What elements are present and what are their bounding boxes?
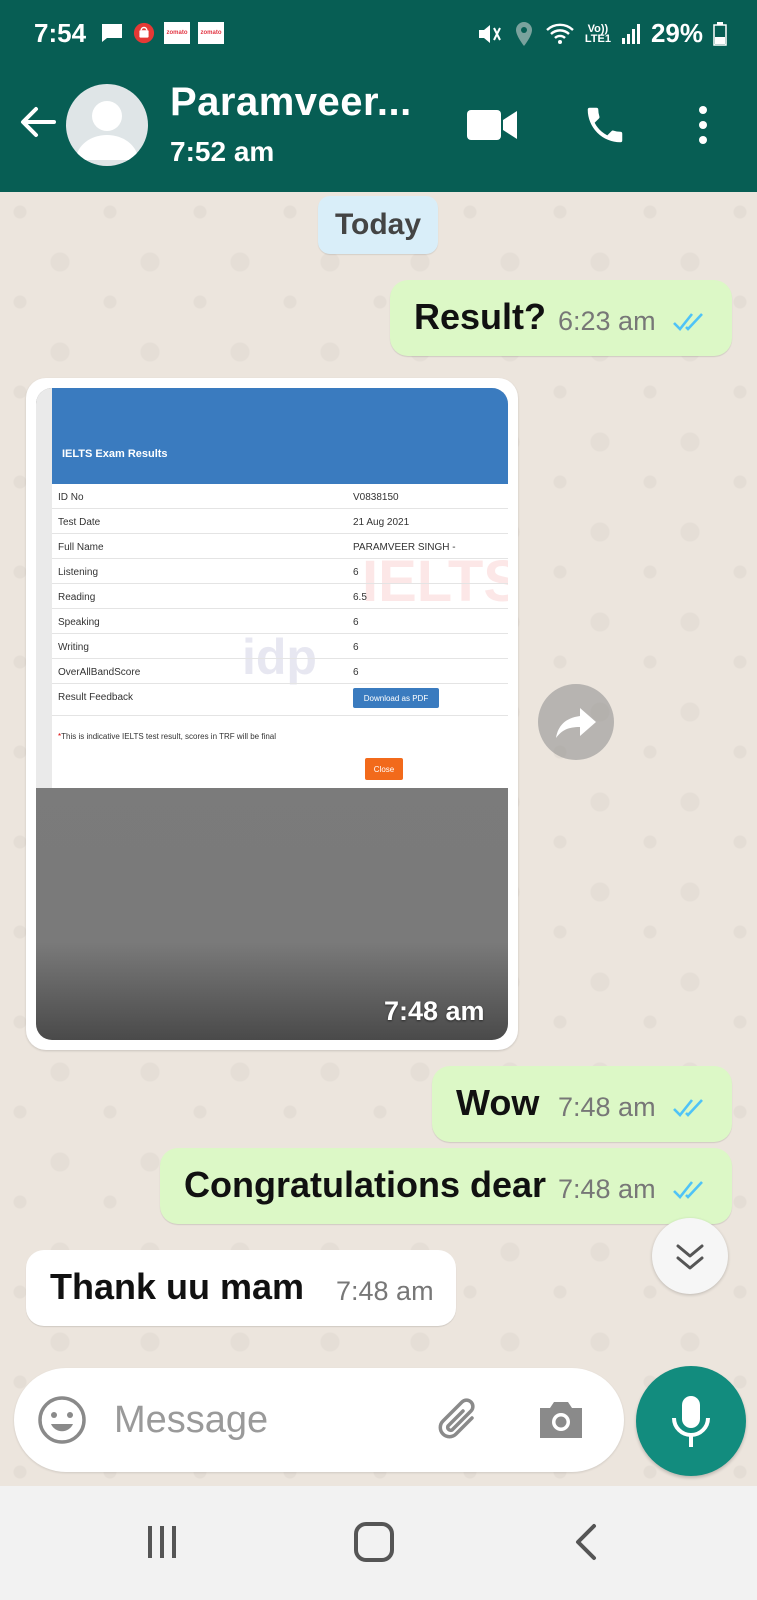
nav-back-icon[interactable] bbox=[572, 1522, 600, 1562]
microphone-icon bbox=[672, 1396, 710, 1447]
result-row: Full Name PARAMVEER SINGH - bbox=[52, 534, 508, 559]
row-value: 6 bbox=[353, 667, 359, 678]
row-label: Result Feedback bbox=[58, 692, 134, 703]
date-chip: Today bbox=[318, 196, 438, 254]
shopping-bag-icon bbox=[133, 22, 155, 44]
mute-icon bbox=[478, 24, 501, 43]
card-header: IELTS Exam Results bbox=[52, 388, 508, 484]
row-value: 21 Aug 2021 bbox=[353, 517, 410, 528]
read-ticks-icon bbox=[673, 313, 703, 331]
status-right: Vo)) LTE1 29% bbox=[477, 18, 727, 49]
status-time: 7:54 bbox=[34, 18, 87, 48]
emoji-icon[interactable] bbox=[36, 1394, 88, 1446]
image-time: 7:48 am bbox=[384, 996, 485, 1026]
double-chevron-down-icon bbox=[676, 1244, 704, 1270]
battery-percent: 29% bbox=[650, 18, 703, 48]
back-arrow-icon[interactable] bbox=[16, 100, 60, 144]
result-row: Listening 6 bbox=[52, 559, 508, 584]
message-text: Thank uu mam bbox=[50, 1266, 305, 1307]
message-text: Wow bbox=[456, 1082, 540, 1123]
row-label: OverAllBandScore bbox=[58, 667, 141, 678]
last-seen: 7:52 am bbox=[170, 136, 275, 167]
note-text: This is indicative IELTS test result, sc… bbox=[61, 732, 277, 741]
network-label-bottom: LTE1 bbox=[584, 32, 611, 45]
row-label: Listening bbox=[58, 567, 99, 578]
video-call-icon[interactable] bbox=[466, 106, 518, 144]
row-value: PARAMVEER SINGH - bbox=[353, 542, 456, 553]
system-nav-bar bbox=[0, 1486, 757, 1600]
home-icon[interactable] bbox=[354, 1522, 394, 1562]
result-row: ID No V0838150 bbox=[52, 484, 508, 509]
result-note: *This is indicative IELTS test result, s… bbox=[58, 732, 276, 741]
row-value: 6 bbox=[353, 617, 359, 628]
zomato-icon: zomato bbox=[198, 22, 224, 44]
row-value: 6 bbox=[353, 642, 359, 653]
battery-icon bbox=[713, 21, 727, 46]
paperclip-icon[interactable] bbox=[432, 1392, 488, 1448]
message-text: Result? bbox=[414, 296, 547, 337]
message-time: 7:48 am bbox=[558, 1092, 656, 1122]
result-screenshot-image[interactable]: IELTS Exam Results IELTS idp ID No V08381… bbox=[36, 388, 508, 1040]
message-composer bbox=[14, 1368, 624, 1472]
row-label: Speaking bbox=[58, 617, 100, 628]
ielts-result-card: IELTS Exam Results IELTS idp ID No V08381… bbox=[52, 388, 508, 788]
phone-icon[interactable] bbox=[582, 102, 628, 148]
result-row: Reading 6.5 bbox=[52, 584, 508, 609]
recent-apps-icon[interactable] bbox=[144, 1524, 180, 1560]
forward-icon bbox=[556, 708, 596, 738]
scroll-to-bottom-button[interactable] bbox=[652, 1218, 728, 1294]
message-bubble-out[interactable]: Result? 6:23 am bbox=[390, 280, 732, 356]
card-title: IELTS Exam Results bbox=[62, 448, 168, 460]
row-value: V0838150 bbox=[353, 492, 399, 503]
result-row: Speaking 6 bbox=[52, 609, 508, 634]
camera-icon[interactable] bbox=[536, 1396, 586, 1442]
row-label: ID No bbox=[58, 492, 84, 503]
read-ticks-icon bbox=[673, 1099, 703, 1117]
message-bubble-out[interactable]: Wow 7:48 am bbox=[432, 1066, 732, 1142]
chat-area[interactable]: Today Result? 6:23 am IELTS Exam Results… bbox=[0, 192, 757, 1486]
wifi-icon bbox=[546, 23, 574, 44]
read-ticks-icon bbox=[673, 1181, 703, 1199]
message-time: 7:48 am bbox=[336, 1276, 434, 1306]
more-options-icon[interactable] bbox=[688, 102, 718, 148]
image-background-strip bbox=[36, 388, 52, 788]
signal-icon bbox=[621, 23, 640, 44]
close-button: Close bbox=[365, 758, 403, 780]
row-label: Reading bbox=[58, 592, 96, 603]
result-row: Result Feedback Download as PDF bbox=[52, 684, 508, 716]
result-row: Writing 6 bbox=[52, 634, 508, 659]
location-icon bbox=[515, 21, 532, 46]
message-time: 7:48 am bbox=[558, 1174, 656, 1204]
message-time: 6:23 am bbox=[558, 306, 656, 336]
status-bar: 7:54 zomato zomato Vo)) LTE1 29% bbox=[0, 0, 757, 60]
result-row: OverAllBandScore 6 bbox=[52, 659, 508, 684]
row-label: Full Name bbox=[58, 542, 104, 553]
forward-button[interactable] bbox=[538, 684, 614, 760]
zomato-icon: zomato bbox=[164, 22, 190, 44]
message-input[interactable] bbox=[114, 1390, 414, 1450]
message-icon bbox=[102, 24, 122, 42]
message-bubble-in[interactable]: Thank uu mam 7:48 am bbox=[26, 1250, 456, 1326]
download-pdf-button: Download as PDF bbox=[353, 688, 439, 708]
message-text: Congratulations dear bbox=[184, 1164, 547, 1205]
message-bubble-out[interactable]: Congratulations dear 7:48 am bbox=[160, 1148, 732, 1224]
network-label: Vo)) LTE1 bbox=[584, 22, 611, 45]
avatar[interactable] bbox=[66, 84, 148, 166]
chat-header: Paramveer... 7:52 am bbox=[0, 60, 757, 192]
row-label: Writing bbox=[58, 642, 89, 653]
voice-message-button[interactable] bbox=[636, 1366, 746, 1476]
notification-icons: zomato zomato bbox=[100, 22, 224, 44]
contact-name[interactable]: Paramveer... bbox=[170, 80, 412, 125]
network-label-top: Vo)) bbox=[587, 22, 609, 35]
image-message[interactable]: IELTS Exam Results IELTS idp ID No V08381… bbox=[26, 378, 518, 1050]
row-value: 6.5 bbox=[353, 592, 367, 603]
result-row: Test Date 21 Aug 2021 bbox=[52, 509, 508, 534]
row-label: Test Date bbox=[58, 517, 101, 528]
default-avatar-icon bbox=[76, 101, 138, 160]
row-value: 6 bbox=[353, 567, 359, 578]
